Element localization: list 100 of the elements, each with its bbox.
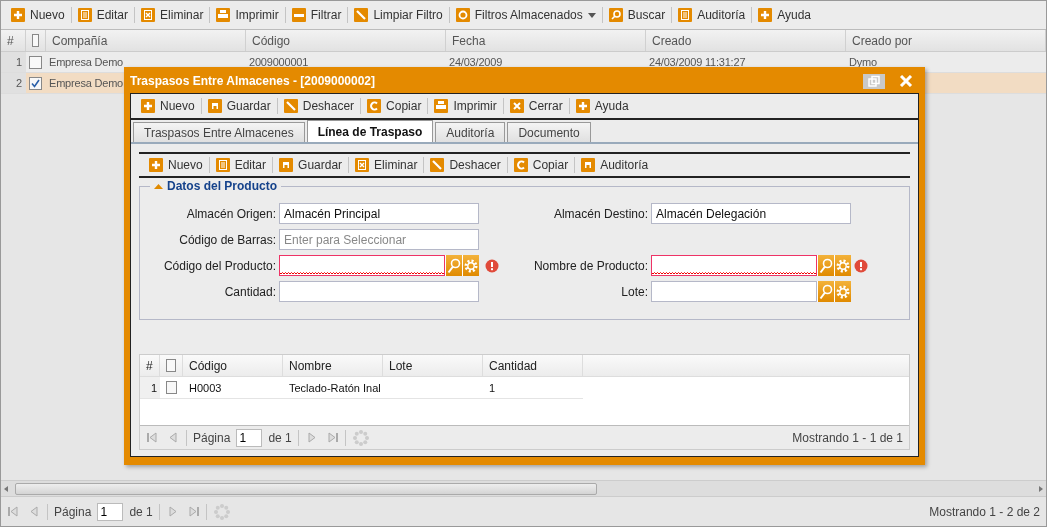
toolbar-button[interactable]: Nuevo xyxy=(5,6,71,24)
close-icon xyxy=(899,75,913,87)
arc-icon xyxy=(513,158,528,172)
input-field[interactable]: Enter para Seleccionar xyxy=(279,229,479,250)
gear-icon xyxy=(836,284,850,299)
toolbar-button[interactable]: Deshacer xyxy=(277,97,361,115)
checkbox[interactable] xyxy=(166,359,176,372)
toolbar-button[interactable]: Guardar xyxy=(273,156,349,174)
row-number: 2 xyxy=(1,73,26,93)
toolbar-button[interactable]: Nuevo xyxy=(135,97,201,115)
settings-button[interactable] xyxy=(462,255,479,276)
paging-status: Mostrando 1 - 2 de 2 xyxy=(929,504,1040,519)
page-count: de 1 xyxy=(129,504,153,519)
lookup-button[interactable] xyxy=(445,255,462,276)
first-page-icon[interactable] xyxy=(7,504,21,519)
toolbar-button[interactable]: Imprimir xyxy=(210,6,285,24)
field-label: Código de Barras: xyxy=(178,232,276,247)
gear-icon xyxy=(464,258,478,273)
column-header[interactable]: Código xyxy=(246,30,446,51)
column-header[interactable]: Lote xyxy=(383,355,483,376)
tab[interactable]: Traspasos Entre Almacenes xyxy=(133,122,305,142)
toolbar-button[interactable]: Deshacer xyxy=(424,156,507,174)
toolbar-button[interactable]: Copiar xyxy=(507,156,575,174)
lookup-button[interactable] xyxy=(817,281,834,302)
caret-icon xyxy=(587,11,596,19)
slash-icon xyxy=(283,99,298,113)
scrollbar-thumb[interactable] xyxy=(15,482,597,495)
edit-icon xyxy=(215,158,230,172)
refresh-icon[interactable] xyxy=(351,428,370,447)
field-label: Almacén Destino: xyxy=(552,206,648,221)
settings-button[interactable] xyxy=(834,281,851,302)
toolbar-button[interactable]: Cerrar xyxy=(503,97,569,115)
circle-icon xyxy=(455,8,470,22)
edit-icon xyxy=(77,8,92,22)
search-icon xyxy=(608,8,623,22)
settings-button[interactable] xyxy=(834,255,851,276)
checkbox[interactable] xyxy=(29,76,42,90)
tab[interactable]: Documento xyxy=(507,122,591,142)
toolbar-button[interactable]: Ayuda xyxy=(569,97,635,115)
toolbar-button[interactable]: Buscar xyxy=(602,6,672,24)
save-icon xyxy=(207,99,222,113)
search-icon xyxy=(447,257,461,274)
toolbar-button[interactable]: Auditoría xyxy=(575,156,655,174)
tab[interactable]: Auditoría xyxy=(435,122,506,142)
input-field[interactable] xyxy=(279,255,445,276)
toolbar-button[interactable]: Editar xyxy=(209,156,273,174)
column-header[interactable]: Creado xyxy=(646,30,846,51)
toolbar-button[interactable]: Ayuda xyxy=(752,6,817,24)
toolbar-button[interactable]: Editar xyxy=(71,6,135,24)
toolbar-button[interactable]: Nuevo xyxy=(143,156,209,174)
window-title: Traspasos Entre Almacenes - [2009000002] xyxy=(130,74,377,88)
page-label: Página xyxy=(193,430,231,445)
table-cell-text: 1 xyxy=(488,380,497,396)
column-header[interactable]: Compañía xyxy=(46,30,246,51)
input-field[interactable]: Almacén Delegación xyxy=(651,203,851,224)
table-cell-text: Teclado-Ratón Inal xyxy=(288,380,382,396)
column-header[interactable]: Código xyxy=(183,355,283,376)
tab[interactable]: Línea de Traspaso xyxy=(306,120,434,142)
section-toggle[interactable]: Datos del Producto xyxy=(150,179,281,193)
checkbox[interactable] xyxy=(29,55,42,69)
slash-icon xyxy=(354,8,369,22)
input-field[interactable] xyxy=(279,281,479,302)
field-label: Código del Producto: xyxy=(162,258,276,273)
page-field[interactable]: 1 xyxy=(97,502,124,521)
table-cell: Empresa Demo xyxy=(49,56,123,68)
checkbox[interactable] xyxy=(32,34,39,47)
toolbar-button[interactable]: Copiar xyxy=(361,97,428,115)
toolbar-button[interactable]: Imprimir xyxy=(428,97,503,115)
printer-icon xyxy=(434,99,449,113)
lookup-button[interactable] xyxy=(817,255,834,276)
input-field[interactable]: Almacén Principal xyxy=(279,203,479,224)
page-label: Página xyxy=(54,504,92,519)
field-label: Almacén Origen: xyxy=(185,206,276,221)
input-field[interactable] xyxy=(651,281,817,302)
toolbar-button[interactable]: Limpiar Filtro xyxy=(348,6,449,24)
field-label: Nombre de Producto: xyxy=(532,258,648,273)
toolbar-button[interactable]: Auditoría xyxy=(672,6,752,24)
close-icon xyxy=(509,99,524,113)
row-number: 1 xyxy=(1,52,26,72)
table-cell: Dymo xyxy=(849,56,877,68)
first-page-icon[interactable] xyxy=(146,430,160,445)
page-field[interactable]: 1 xyxy=(236,428,263,447)
error-icon xyxy=(485,258,499,273)
table-cell: 24/03/2009 xyxy=(449,56,503,68)
toolbar-button[interactable]: Eliminar xyxy=(135,6,210,24)
toolbar-button[interactable]: Filtrar xyxy=(285,6,348,24)
checkbox[interactable] xyxy=(166,381,177,394)
column-header[interactable]: Nombre xyxy=(283,355,383,376)
table-cell: 2009000001 xyxy=(249,56,309,68)
restore-button[interactable] xyxy=(861,73,887,89)
column-header[interactable]: Creado por xyxy=(846,30,1046,51)
toolbar-button[interactable]: Filtros Almacenados xyxy=(449,6,602,24)
toolbar-button[interactable]: Guardar xyxy=(201,97,277,115)
input-field[interactable] xyxy=(651,255,817,276)
toolbar-button[interactable]: Eliminar xyxy=(349,156,424,174)
delete-icon xyxy=(141,8,156,22)
save-icon xyxy=(581,158,596,172)
column-header[interactable]: Fecha xyxy=(446,30,646,51)
field-label: Cantidad: xyxy=(223,284,276,299)
column-header[interactable]: Cantidad xyxy=(483,355,583,376)
